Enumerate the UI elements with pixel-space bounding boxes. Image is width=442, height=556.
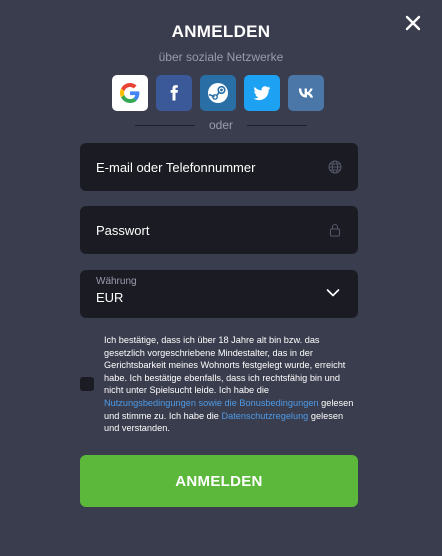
vk-icon — [298, 88, 314, 98]
currency-label: Währung — [96, 276, 137, 287]
email-input[interactable] — [80, 143, 358, 191]
steam-login-button[interactable] — [200, 75, 236, 111]
vk-login-button[interactable] — [288, 75, 324, 111]
page-title: ANMELDEN — [171, 22, 271, 41]
globe-icon — [328, 160, 342, 174]
facebook-login-button[interactable] — [156, 75, 192, 111]
currency-select[interactable]: Währung EUR — [80, 270, 358, 318]
facebook-icon — [170, 85, 178, 101]
google-login-button[interactable] — [112, 75, 148, 111]
terms-checkbox[interactable] — [80, 377, 94, 391]
email-field — [80, 143, 358, 191]
twitter-icon — [253, 86, 271, 101]
terms-conditions-link[interactable]: Nutzungsbedingungen sowie die Bonusbedin… — [104, 398, 319, 408]
social-login-buttons — [112, 75, 324, 111]
password-input[interactable] — [80, 206, 358, 254]
chevron-down-icon — [326, 289, 340, 297]
password-field — [80, 206, 358, 254]
login-submit-button[interactable]: ANMELDEN — [80, 455, 358, 507]
or-divider: oder — [0, 118, 442, 132]
steam-icon — [208, 83, 228, 103]
google-icon — [120, 83, 140, 103]
social-login-subtitle: über soziale Netzwerke — [158, 50, 284, 64]
divider-line-right — [247, 124, 308, 126]
divider-line-left — [134, 124, 195, 126]
lock-icon — [330, 224, 340, 237]
privacy-policy-link[interactable]: Datenschutzregelung — [221, 411, 308, 421]
terms-text-part-1: Ich bestätige, dass ich über 18 Jahre al… — [104, 335, 346, 396]
divider-text: oder — [208, 118, 234, 132]
terms-text: Ich bestätige, dass ich über 18 Jahre al… — [104, 334, 358, 435]
twitter-login-button[interactable] — [244, 75, 280, 111]
currency-value: EUR — [96, 290, 124, 305]
